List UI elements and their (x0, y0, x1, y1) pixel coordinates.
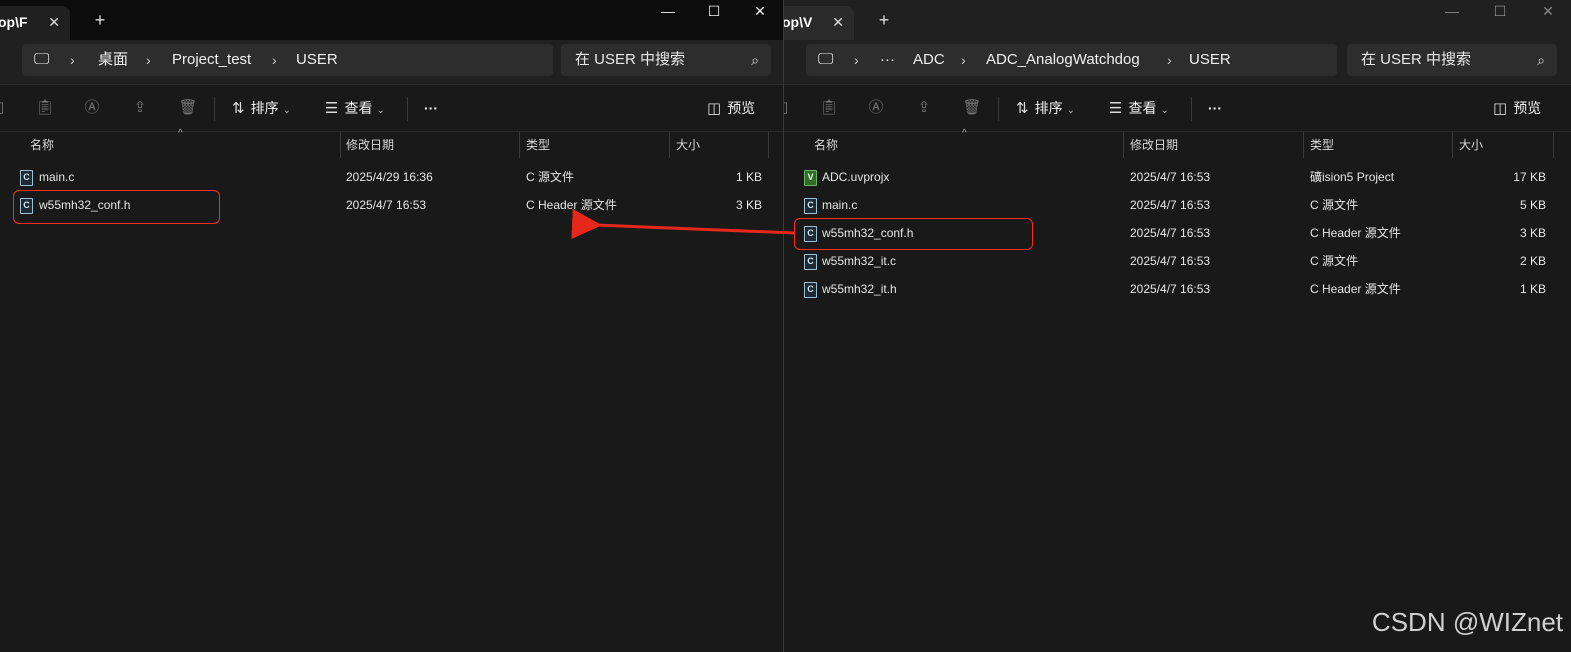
watermark: CSDN @WIZnet (1371, 607, 1563, 637)
annotation-arrow (571, 209, 796, 240)
